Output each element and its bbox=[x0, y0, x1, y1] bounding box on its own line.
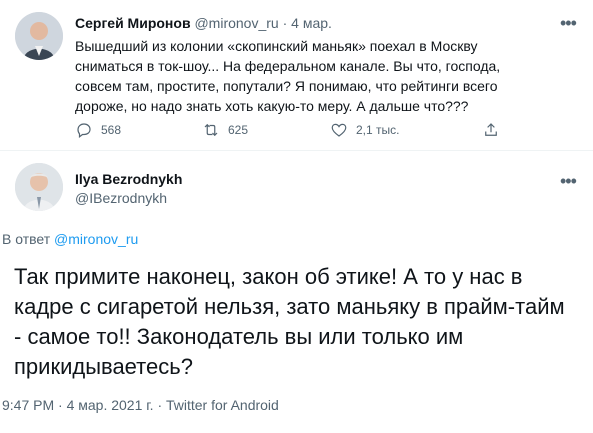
user-photo-icon bbox=[15, 163, 63, 211]
author-handle[interactable]: @mironov_ru bbox=[194, 15, 278, 31]
more-options-icon[interactable]: ••• bbox=[560, 172, 577, 190]
reply-prefix: В ответ bbox=[2, 231, 51, 247]
reply-button[interactable]: 568 bbox=[75, 121, 121, 139]
heart-icon bbox=[331, 123, 347, 137]
tweet1-text: Вышедший из колонии «скопинский маньяк» … bbox=[75, 38, 501, 114]
avatar-mironov[interactable] bbox=[15, 12, 63, 60]
author-handle[interactable]: @IBezrodnykh bbox=[75, 190, 167, 206]
reply-count: 568 bbox=[101, 123, 122, 137]
reply-to-link[interactable]: @mironov_ru bbox=[54, 231, 138, 247]
tweet1-header: Сергей Миронов @mironov_ru · 4 мар. bbox=[75, 15, 332, 31]
reply-icon bbox=[77, 123, 91, 138]
retweet-count: 625 bbox=[228, 123, 249, 137]
more-options-icon[interactable]: ••• bbox=[560, 14, 577, 32]
retweet-button[interactable]: 625 bbox=[202, 121, 248, 139]
share-icon bbox=[485, 123, 497, 136]
author-name[interactable]: Ilya Bezrodnykh bbox=[75, 171, 182, 187]
share-button[interactable] bbox=[482, 121, 500, 139]
like-button[interactable]: 2,1 тыс. bbox=[330, 121, 399, 139]
tweet-meta[interactable]: 9:47 PM · 4 мар. 2021 г. · Twitter for A… bbox=[2, 397, 279, 413]
author-name[interactable]: Сергей Миронов bbox=[75, 15, 191, 31]
tweet-date[interactable]: 4 мар. bbox=[291, 15, 332, 31]
divider bbox=[0, 150, 593, 151]
tweet2-text: Так примите наконец, закон об этике! А т… bbox=[14, 264, 565, 379]
user-photo-icon bbox=[15, 12, 63, 60]
avatar-bezrodnykh[interactable] bbox=[15, 163, 63, 211]
like-count: 2,1 тыс. bbox=[356, 123, 400, 137]
reply-context: В ответ @mironov_ru bbox=[2, 231, 138, 247]
separator: · bbox=[282, 15, 288, 31]
retweet-icon bbox=[204, 123, 218, 137]
